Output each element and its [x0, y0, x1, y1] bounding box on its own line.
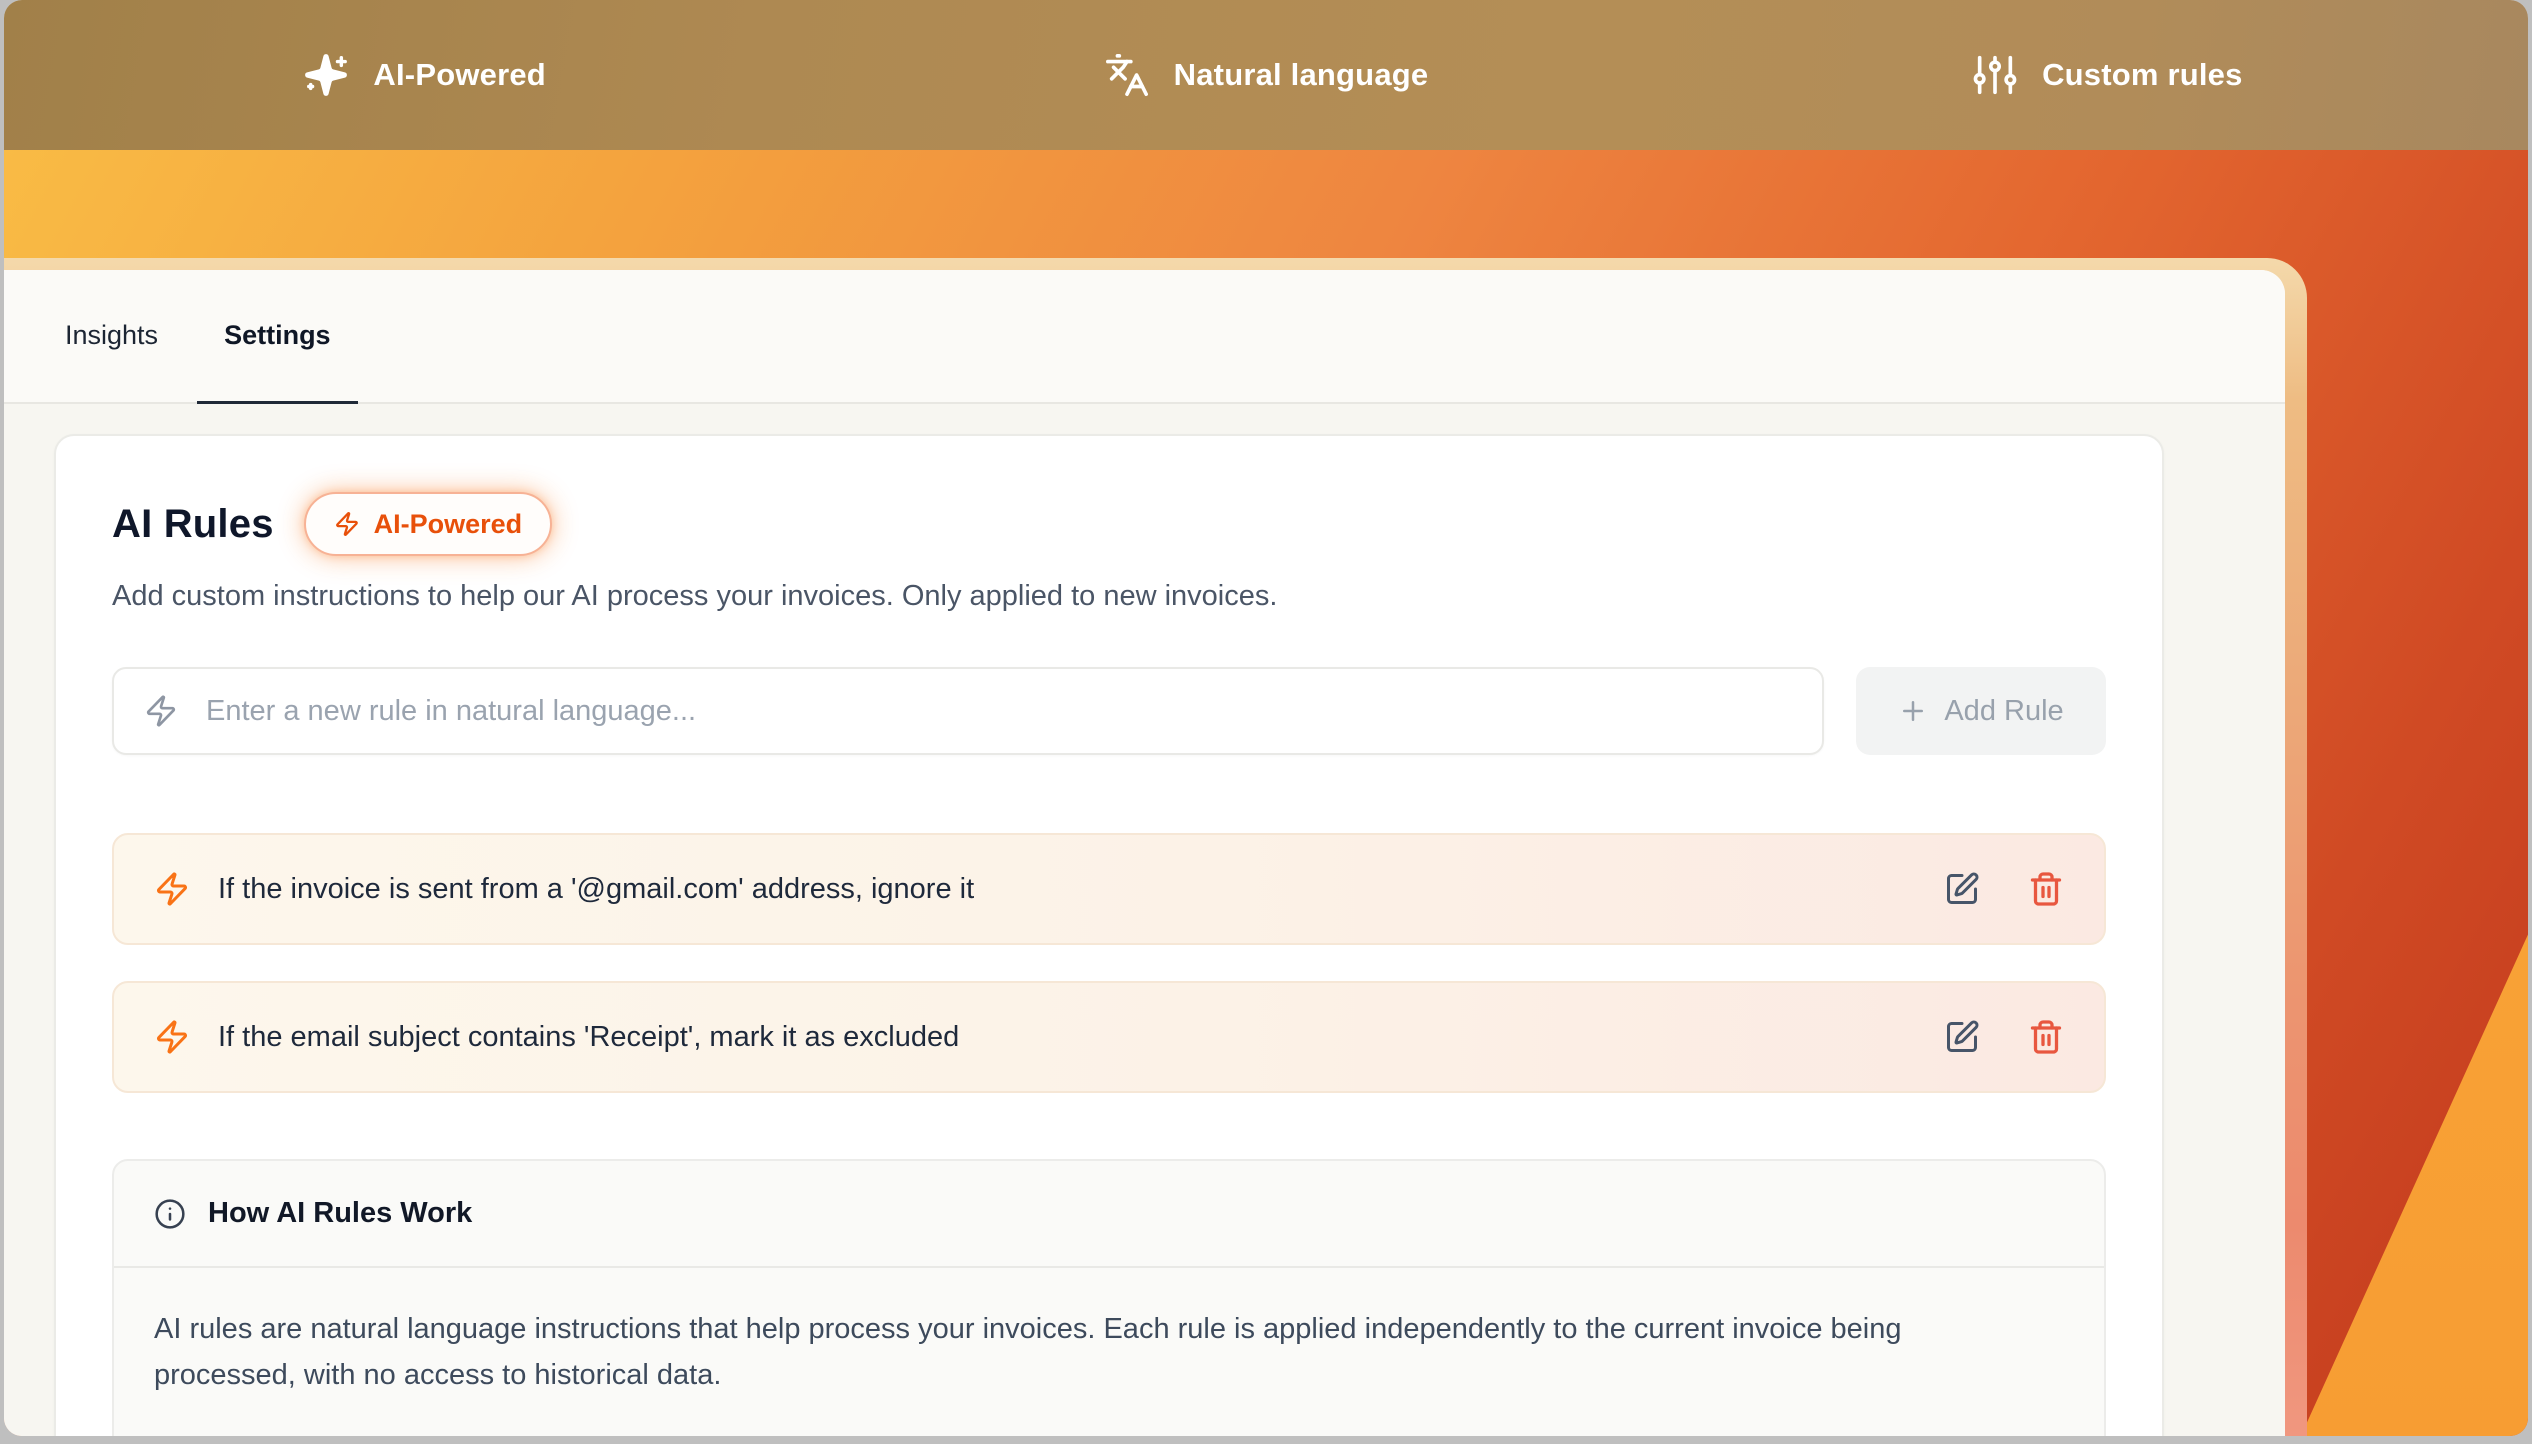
rule-row: If the invoice is sent from a '@gmail.co… [112, 833, 2106, 945]
rule-actions [1944, 1019, 2064, 1055]
rules-list: If the invoice is sent from a '@gmail.co… [112, 833, 2106, 1093]
settings-content: AI Rules AI-Powered Add custom instructi… [4, 404, 2285, 1436]
tab-insights[interactable]: Insights [38, 270, 185, 405]
ai-rules-card: AI Rules AI-Powered Add custom instructi… [54, 434, 2164, 1436]
plus-icon [1898, 696, 1928, 726]
screen: AI-Powered Natural language Custom rules [4, 0, 2528, 1436]
edit-icon [1944, 871, 1980, 907]
banner-item-ai-powered: AI-Powered [4, 52, 845, 98]
sparkles-icon [303, 52, 349, 98]
badge-label: AI-Powered [374, 509, 523, 540]
zap-icon [334, 511, 360, 537]
app-window: Insights Settings AI Rules AI-Powe [4, 270, 2285, 1436]
new-rule-input-wrapper [112, 667, 1824, 755]
tab-insights-label: Insights [65, 320, 158, 351]
tab-bar: Insights Settings [4, 270, 2285, 404]
rule-row: If the email subject contains 'Receipt',… [112, 981, 2106, 1093]
info-icon [154, 1198, 186, 1230]
delete-rule-button[interactable] [2028, 1019, 2064, 1055]
card-description: Add custom instructions to help our AI p… [112, 580, 2106, 613]
ai-powered-badge: AI-Powered [304, 492, 553, 556]
add-rule-button[interactable]: Add Rule [1856, 667, 2106, 755]
zap-icon [154, 871, 190, 907]
banner-item-custom-rules: Custom rules [1687, 52, 2528, 98]
trash-icon [2028, 1019, 2064, 1055]
banner-label: Custom rules [2042, 57, 2243, 93]
banner-label: AI-Powered [373, 57, 546, 93]
banner-item-natural-language: Natural language [845, 52, 1686, 98]
sliders-icon [1972, 52, 2018, 98]
info-box-header: How AI Rules Work [114, 1161, 2104, 1266]
edit-rule-button[interactable] [1944, 1019, 1980, 1055]
rule-text: If the invoice is sent from a '@gmail.co… [218, 873, 974, 906]
tab-settings[interactable]: Settings [197, 270, 358, 405]
info-box-body: AI rules are natural language instructio… [114, 1268, 2104, 1436]
new-rule-row: Add Rule [112, 667, 2106, 755]
tab-settings-label: Settings [224, 320, 331, 351]
trash-icon [2028, 871, 2064, 907]
how-rules-work-box: How AI Rules Work AI rules are natural l… [112, 1159, 2106, 1436]
page-title: AI Rules [112, 502, 274, 547]
rule-text: If the email subject contains 'Receipt',… [218, 1021, 959, 1054]
zap-icon [144, 694, 178, 728]
info-box-title: How AI Rules Work [208, 1197, 472, 1230]
feature-banner: AI-Powered Natural language Custom rules [4, 0, 2528, 150]
delete-rule-button[interactable] [2028, 871, 2064, 907]
new-rule-input[interactable] [204, 694, 1792, 729]
banner-label: Natural language [1174, 57, 1429, 93]
translate-icon [1104, 52, 1150, 98]
app-window-frame: Insights Settings AI Rules AI-Powe [4, 258, 2307, 1436]
card-header: AI Rules AI-Powered [112, 492, 2106, 556]
add-rule-label: Add Rule [1944, 695, 2063, 728]
zap-icon [154, 1019, 190, 1055]
edit-icon [1944, 1019, 1980, 1055]
edit-rule-button[interactable] [1944, 871, 1980, 907]
rule-actions [1944, 871, 2064, 907]
